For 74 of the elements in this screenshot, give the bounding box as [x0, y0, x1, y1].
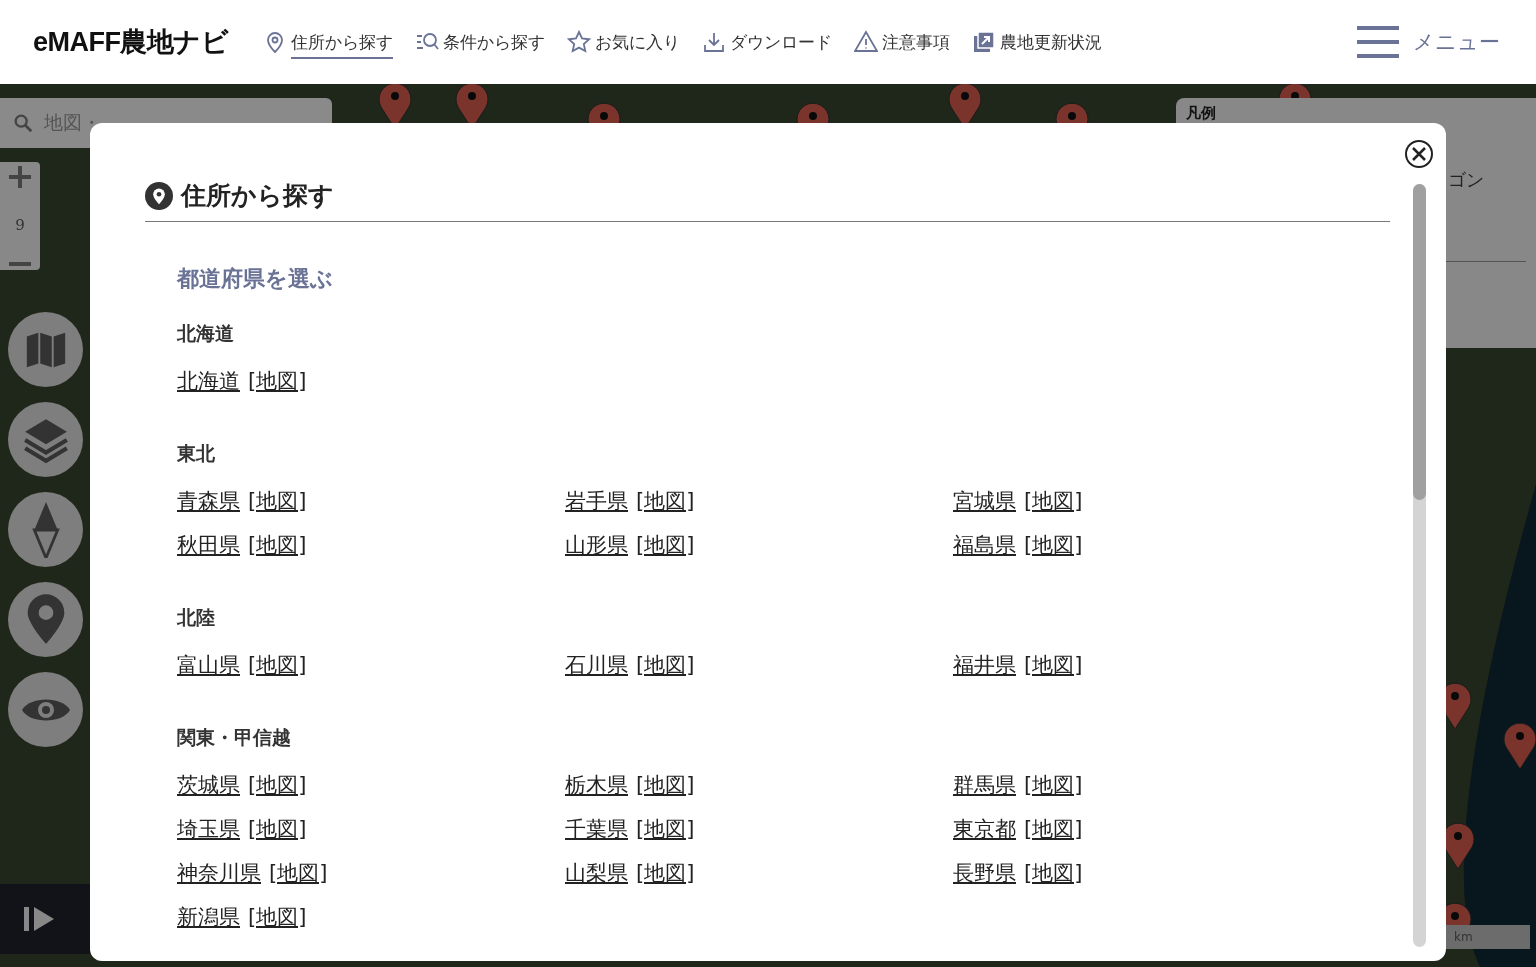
prefecture-link[interactable]: 青森県 [177, 485, 240, 517]
prefecture-link[interactable]: 山形県 [565, 529, 628, 561]
close-icon [1404, 139, 1434, 169]
prefecture-link[interactable]: 岩手県 [565, 485, 628, 517]
expand-icon [24, 905, 56, 933]
close-button[interactable] [1404, 139, 1434, 169]
map-link[interactable]: [地図] [1024, 529, 1083, 561]
menu-button[interactable]: メニュー [1351, 24, 1506, 60]
prefecture-link[interactable]: 福島県 [953, 529, 1016, 561]
star-icon [566, 30, 591, 54]
map-link[interactable]: [地図] [248, 769, 307, 801]
region-heading: 北海道 [177, 321, 235, 346]
nav-link[interactable]: 住所から探す [290, 30, 393, 59]
minus-icon [9, 262, 31, 266]
map-link[interactable]: [地図] [636, 813, 695, 845]
map-link[interactable]: [地図] [1024, 769, 1083, 801]
compass-icon [30, 501, 61, 558]
prefecture-link[interactable]: 宮城県 [953, 485, 1016, 517]
map-link[interactable]: [地図] [636, 485, 695, 517]
nav-link[interactable]: お気に入り [594, 30, 680, 59]
map-link[interactable]: [地図] [1024, 485, 1083, 517]
map-link[interactable]: [地図] [1024, 813, 1083, 845]
prefecture-link[interactable]: 群馬県 [953, 769, 1016, 801]
download-icon [701, 30, 726, 54]
map-link[interactable]: [地図] [1024, 857, 1083, 889]
prefecture-link[interactable]: 千葉県 [565, 813, 628, 845]
map-link[interactable]: [地図] [248, 529, 307, 561]
site-logo[interactable]: eMAFF農地ナビ [33, 24, 229, 60]
map-link[interactable]: [地図] [636, 857, 695, 889]
nav-link[interactable]: 注意事項 [881, 30, 950, 59]
map-link[interactable]: [地図] [636, 649, 695, 681]
prefecture-link[interactable]: 富山県 [177, 649, 240, 681]
search-icon [12, 112, 34, 134]
menu-icon [1357, 25, 1399, 59]
prefecture-link[interactable]: 茨城県 [177, 769, 240, 801]
warning-icon [853, 30, 878, 54]
prefecture-link[interactable]: 栃木県 [565, 769, 628, 801]
region-heading: 北陸 [177, 605, 216, 630]
map-link[interactable]: [地図] [269, 857, 328, 889]
map-link[interactable]: [地図] [636, 769, 695, 801]
prefecture-link[interactable]: 埼玉県 [177, 813, 240, 845]
legend-title: 凡例 [1186, 104, 1217, 123]
prefecture-link[interactable]: 福井県 [953, 649, 1016, 681]
panel-toggle-bar[interactable] [0, 884, 90, 954]
map-link[interactable]: [地図] [248, 813, 307, 845]
nav-link[interactable]: ダウンロード [729, 30, 832, 59]
prefecture-link[interactable]: 石川県 [565, 649, 628, 681]
prefecture-link[interactable]: 山梨県 [565, 857, 628, 889]
prefecture-link[interactable]: 神奈川県 [177, 857, 261, 889]
map-marker-icon[interactable] [1503, 722, 1536, 770]
map-pin-icon [145, 181, 173, 210]
scrollbar-thumb[interactable] [1413, 184, 1426, 500]
external-link-icon [971, 30, 996, 54]
nav-link[interactable]: 条件から探す [442, 30, 545, 59]
dialog-title: 住所から探す [181, 180, 334, 212]
region-heading: 関東・甲信越 [177, 725, 292, 750]
zoom-level: 9 [15, 216, 25, 234]
legend-label: ゴン [1448, 168, 1484, 192]
map-link[interactable]: [地図] [248, 901, 307, 933]
nav-link[interactable]: 農地更新状況 [999, 30, 1102, 59]
prefecture-link[interactable]: 秋田県 [177, 529, 240, 561]
section-heading: 都道府県を選ぶ [177, 265, 334, 293]
scrollbar-track[interactable] [1413, 184, 1426, 947]
prefecture-link[interactable]: 東京都 [953, 813, 1016, 845]
prefecture-link[interactable]: 新潟県 [177, 901, 240, 933]
region-heading: 東北 [177, 441, 216, 466]
map-link[interactable]: [地図] [248, 649, 307, 681]
map-link[interactable]: [地図] [1024, 649, 1083, 681]
prefecture-link[interactable]: 北海道 [177, 365, 240, 397]
prefecture-link[interactable]: 長野県 [953, 857, 1016, 889]
map-link[interactable]: [地図] [248, 485, 307, 517]
map-link[interactable]: [地図] [248, 365, 307, 397]
map-link[interactable]: [地図] [636, 529, 695, 561]
plus-icon [9, 166, 31, 188]
